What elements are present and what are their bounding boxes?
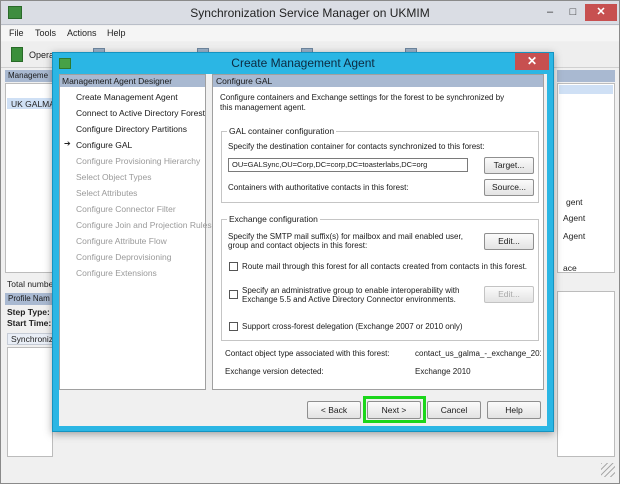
total-number-label: Total numbe [7,279,54,289]
nav-item-configure-gal[interactable]: Configure GAL [76,140,132,150]
nav-item-directory-partitions[interactable]: Configure Directory Partitions [76,124,187,134]
step-type-label: Step Type: [7,307,50,317]
nav-item-attributes: Select Attributes [76,188,138,198]
sync-stats-label: Synchroniz [11,334,54,344]
right-bottom-panel [557,291,615,457]
dest-container-label: Specify the destination container for co… [228,142,485,151]
contact-type-label: Contact object type associated with this… [225,349,390,358]
menu-actions[interactable]: Actions [67,28,97,38]
exchange-version-value: Exchange 2010 [415,367,471,376]
right-panel [557,83,615,273]
start-time-label: Start Time: [7,318,52,328]
cross-forest-checkbox[interactable] [229,322,238,331]
menu-bar: File Tools Actions Help [1,26,619,41]
right-fragment: ace [563,263,577,273]
minimize-button[interactable]: – [539,4,561,21]
intro-text-line1: Configure containers and Exchange settin… [220,93,505,102]
nav-item-join-projection: Configure Join and Projection Rules [76,220,212,230]
nav-item-object-types: Select Object Types [76,172,152,182]
menu-help[interactable]: Help [107,28,126,38]
right-fragment: Agent [563,231,586,241]
auth-containers-label: Containers with authoritative contacts i… [228,183,409,192]
dialog-body: Management Agent Designer Create Managem… [59,74,547,426]
app-title: Synchronization Service Manager on UKMIM [190,6,430,20]
create-ma-dialog: Create Management Agent ✕ Management Age… [52,52,554,432]
exchange-group-title: Exchange configuration [227,214,320,224]
route-mail-label[interactable]: Route mail through this forest for all c… [242,262,527,272]
nav-item-attribute-flow: Configure Attribute Flow [76,236,167,246]
admin-group-checkbox[interactable] [229,290,238,299]
right-fragment: Agent [563,213,586,223]
ma-list-item[interactable]: UK GALMA [11,99,55,109]
nav-item-connect-ad-forest[interactable]: Connect to Active Directory Forest [76,108,205,118]
menu-tools[interactable]: Tools [35,28,56,38]
intro-text-line2: this management agent. [220,103,306,112]
nav-item-extensions: Configure Extensions [76,268,157,278]
exchange-config-group: Exchange configuration Specify the SMTP … [221,214,539,341]
right-panel-selected-row[interactable] [559,85,613,94]
configure-gal-page: Configure GAL Configure containers and E… [212,74,544,390]
app-close-button[interactable]: ✕ [585,4,617,21]
contact-type-value: contact_us_galma_-_exchange_201 [415,349,541,358]
gal-group-title: GAL container configuration [227,126,337,136]
ma-list-header: Manageme [5,70,53,82]
nav-item-provisioning-hierarchy: Configure Provisioning Hierarchy [76,156,201,166]
right-fragment: gent [566,197,583,207]
menu-file[interactable]: File [9,28,24,38]
cross-forest-label[interactable]: Support cross-forest delegation (Exchang… [242,322,463,332]
sync-stats-list [7,347,53,457]
route-mail-checkbox[interactable] [229,262,238,271]
current-step-arrow-icon: ➔ [64,139,71,148]
dest-container-field[interactable]: OU=GALSync,OU=Corp,DC=corp,DC=toasterlab… [228,158,468,172]
nav-header: Management Agent Designer [60,75,205,87]
smtp-suffix-label-line2: group and contact objects in this forest… [228,241,368,250]
dialog-close-button[interactable]: ✕ [515,53,549,70]
exchange-version-label: Exchange version detected: [225,367,324,376]
target-button[interactable]: Target... [484,157,534,174]
help-button[interactable]: Help [487,401,541,419]
dialog-title: Create Management Agent [231,56,375,70]
nav-item-deprovisioning: Configure Deprovisioning [76,252,172,262]
resize-grip[interactable] [601,463,615,477]
right-panel-header [557,70,615,82]
source-button[interactable]: Source... [484,179,534,196]
maximize-button[interactable]: □ [562,4,584,21]
smtp-edit-button[interactable]: Edit... [484,233,534,250]
profile-name-header: Profile Nam [5,293,53,305]
gal-container-group: GAL container configuration Specify the … [221,126,539,203]
designer-nav: Management Agent Designer Create Managem… [59,74,212,390]
page-header: Configure GAL [213,75,543,87]
admin-group-edit-button: Edit... [484,286,534,303]
operations-button-label[interactable]: Opera [29,50,54,60]
nav-item-connector-filter: Configure Connector Filter [76,204,176,214]
operations-icon [11,47,23,62]
nav-item-create-ma[interactable]: Create Management Agent [76,92,178,102]
back-button[interactable]: < Back [307,401,361,419]
admin-group-label-line2[interactable]: Exchange 5.5 and Active Directory Connec… [242,295,456,305]
app-titlebar: Synchronization Service Manager on UKMIM… [1,1,619,25]
cancel-button[interactable]: Cancel [427,401,481,419]
ma-list [5,83,53,273]
next-button-highlight [363,396,426,423]
